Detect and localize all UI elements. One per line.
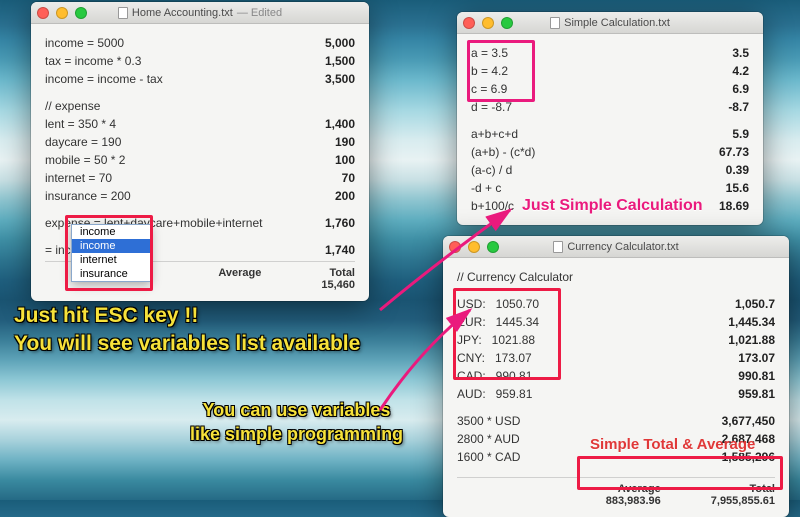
code-line[interactable]: tax = income * 0.3 bbox=[45, 52, 141, 70]
code-line[interactable]: JPY: 1021.88 bbox=[457, 331, 535, 349]
code-line[interactable]: insurance = 200 bbox=[45, 187, 131, 205]
window-title: Home Accounting.txt — Edited bbox=[31, 7, 369, 19]
total-value: 15,460 bbox=[321, 279, 355, 291]
result-value bbox=[295, 97, 355, 115]
titlebar[interactable]: Simple Calculation.txt bbox=[457, 12, 763, 34]
result-value: 3,677,450 bbox=[715, 412, 775, 430]
code-line[interactable]: daycare = 190 bbox=[45, 133, 121, 151]
code-line[interactable]: lent = 350 * 4 bbox=[45, 115, 116, 133]
callout-esc-key: Just hit ESC key !! You will see variabl… bbox=[14, 302, 360, 359]
code-line[interactable]: // expense bbox=[45, 97, 100, 115]
result-value: 3.5 bbox=[689, 44, 749, 62]
result-value: 990.81 bbox=[715, 367, 775, 385]
titlebar[interactable]: Home Accounting.txt — Edited bbox=[31, 2, 369, 24]
code-line[interactable]: EUR: 1445.34 bbox=[457, 313, 539, 331]
code-line[interactable]: a+b+c+d bbox=[471, 125, 518, 143]
code-line[interactable]: (a-c) / d bbox=[471, 161, 512, 179]
result-value: 15.6 bbox=[689, 179, 749, 197]
code-line[interactable]: income = income - tax bbox=[45, 70, 163, 88]
code-line[interactable]: mobile = 50 * 2 bbox=[45, 151, 125, 169]
result-value: 67.73 bbox=[689, 143, 749, 161]
average-value: 883,983.96 bbox=[606, 495, 661, 507]
window-simple-calculation[interactable]: Simple Calculation.txt a = 3.5 3.5 b = 4.2… bbox=[457, 12, 763, 225]
code-line[interactable]: b+100/c bbox=[471, 197, 514, 215]
result-value: 959.81 bbox=[715, 385, 775, 403]
average-label: Average bbox=[218, 267, 261, 279]
code-line[interactable]: CNY: 173.07 bbox=[457, 349, 532, 367]
result-value: 1,445.34 bbox=[715, 313, 775, 331]
code-line[interactable]: internet = 70 bbox=[45, 169, 112, 187]
autocomplete-item[interactable]: internet bbox=[72, 253, 150, 267]
code-line[interactable]: CAD: 990.81 bbox=[457, 367, 532, 385]
result-value: 5.9 bbox=[689, 125, 749, 143]
titlebar[interactable]: Currency Calculator.txt bbox=[443, 236, 789, 258]
code-line[interactable]: c = 6.9 bbox=[471, 80, 507, 98]
result-value: 173.07 bbox=[715, 349, 775, 367]
callout-variables: You can use variables like simple progra… bbox=[190, 398, 403, 447]
code-line[interactable]: 1600 * CAD bbox=[457, 448, 520, 466]
average-label: Average bbox=[606, 483, 661, 495]
code-line[interactable]: income = 5000 bbox=[45, 34, 124, 52]
result-value: 1,740 bbox=[295, 241, 355, 259]
total-value: 7,955,855.61 bbox=[711, 495, 775, 507]
total-label: Total bbox=[321, 267, 355, 279]
result-value: 3,500 bbox=[295, 70, 355, 88]
result-value: 6.9 bbox=[689, 80, 749, 98]
result-value: 100 bbox=[295, 151, 355, 169]
code-line[interactable]: AUD: 959.81 bbox=[457, 385, 532, 403]
autocomplete-item[interactable]: income bbox=[72, 225, 150, 239]
window-home-accounting[interactable]: Home Accounting.txt — Edited income = 50… bbox=[31, 2, 369, 301]
code-line[interactable]: a = 3.5 bbox=[471, 44, 508, 62]
result-value: 1,500 bbox=[295, 52, 355, 70]
result-value: 1,400 bbox=[295, 115, 355, 133]
result-value: 0.39 bbox=[689, 161, 749, 179]
result-value: 4.2 bbox=[689, 62, 749, 80]
code-line[interactable]: (a+b) - (c*d) bbox=[471, 143, 535, 161]
code-line[interactable]: b = 4.2 bbox=[471, 62, 508, 80]
document-icon bbox=[550, 17, 560, 29]
total-label: Total bbox=[711, 483, 775, 495]
result-value: 190 bbox=[295, 133, 355, 151]
result-value: -8.7 bbox=[689, 98, 749, 116]
code-line[interactable]: 3500 * USD bbox=[457, 412, 520, 430]
result-value: 200 bbox=[295, 187, 355, 205]
editor-content[interactable]: // Currency Calculator USD: 1050.70 1,050… bbox=[443, 258, 789, 517]
document-icon bbox=[118, 7, 128, 19]
code-line[interactable]: -d + c bbox=[471, 179, 501, 197]
result-value: 1,021.88 bbox=[715, 331, 775, 349]
autocomplete-item[interactable]: income bbox=[72, 239, 150, 253]
window-title: Currency Calculator.txt bbox=[443, 241, 789, 253]
comment-line: // Currency Calculator bbox=[457, 268, 573, 286]
result-value: 70 bbox=[295, 169, 355, 187]
label-total-average: Simple Total & Average bbox=[590, 436, 755, 453]
window-currency-calculator[interactable]: Currency Calculator.txt // Currency Calc… bbox=[443, 236, 789, 517]
window-title: Simple Calculation.txt bbox=[457, 17, 763, 29]
code-line[interactable]: d = -8.7 bbox=[471, 98, 512, 116]
result-value: 1,050.7 bbox=[715, 295, 775, 313]
autocomplete-popup[interactable]: incomeincomeinternetinsurance bbox=[71, 224, 151, 282]
document-icon bbox=[553, 241, 563, 253]
autocomplete-item[interactable]: insurance bbox=[72, 267, 150, 281]
label-simple-calculation: Just Simple Calculation bbox=[522, 197, 702, 215]
code-line[interactable]: 2800 * AUD bbox=[457, 430, 520, 448]
result-value: 5,000 bbox=[295, 34, 355, 52]
result-value: 1,760 bbox=[295, 214, 355, 232]
code-line[interactable]: USD: 1050.70 bbox=[457, 295, 539, 313]
